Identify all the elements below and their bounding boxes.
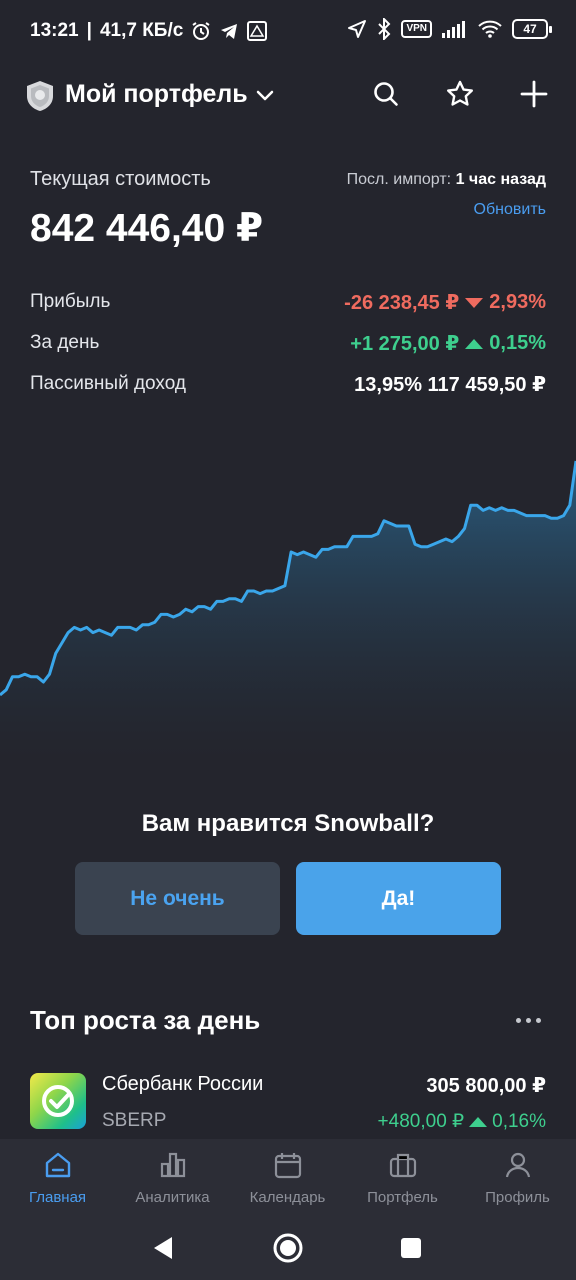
- portfolio-chart-svg: [0, 460, 576, 758]
- stock-price: 305 800,00 ₽: [426, 1075, 546, 1097]
- briefcase-icon: [387, 1149, 419, 1181]
- stock-change-value: +480,00 ₽: [377, 1111, 465, 1132]
- day-change-value: +1 275,00 ₽: [350, 333, 460, 355]
- portfolio-selector-title[interactable]: Мой портфель: [65, 80, 248, 109]
- tinkoff-logo-icon: [24, 80, 56, 112]
- favorite-button[interactable]: [440, 76, 480, 116]
- stock-ticker: SBERP: [102, 1110, 167, 1131]
- app-screen: 13:21 | 41,7 КБ/с VPN 47 Мой портфель Те…: [0, 0, 576, 1280]
- add-button[interactable]: [514, 76, 554, 116]
- telegram-icon: [219, 21, 239, 41]
- profit-label: Прибыль: [30, 291, 111, 312]
- nav-item-portfolio[interactable]: Портфель: [345, 1149, 460, 1215]
- dot: [535, 1017, 541, 1023]
- nav-item-analytics[interactable]: Аналитика: [115, 1149, 230, 1215]
- current-value-label: Текущая стоимость: [30, 168, 211, 190]
- status-time: 13:21: [30, 20, 79, 41]
- bottom-navigation: Главная Аналитика Календарь Портфель Про…: [0, 1139, 576, 1220]
- calendar-icon: [272, 1149, 304, 1181]
- more-options-button[interactable]: [510, 1008, 546, 1032]
- recents-button[interactable]: [391, 1230, 431, 1270]
- stock-change-percent: 0,16%: [492, 1110, 546, 1132]
- nav-item-profile[interactable]: Профиль: [460, 1149, 575, 1215]
- nav-label-analytics: Аналитика: [135, 1189, 210, 1206]
- dot: [525, 1017, 531, 1023]
- nav-label-profile: Профиль: [485, 1189, 550, 1206]
- status-net-speed: 41,7 КБ/с: [99, 20, 184, 41]
- signal-icon: [442, 20, 468, 38]
- home-icon: [42, 1149, 74, 1181]
- sberbank-logo-icon: [30, 1073, 86, 1129]
- triangle-up-icon: [469, 1116, 488, 1127]
- nav-label-calendar: Календарь: [249, 1189, 326, 1206]
- last-import-time: 1 час назад: [455, 171, 546, 188]
- app-header: Мой портфель: [0, 64, 576, 128]
- day-change-percent: 0,15%: [489, 332, 546, 354]
- home-circle-icon: [272, 1232, 304, 1269]
- profit-percent: 2,93%: [489, 291, 546, 313]
- search-button[interactable]: [366, 76, 406, 116]
- back-triangle-icon: [151, 1235, 175, 1266]
- status-bar: 13:21 | 41,7 КБ/с VPN 47: [0, 0, 576, 64]
- nav-item-home[interactable]: Главная: [0, 1149, 115, 1215]
- back-button[interactable]: [143, 1230, 183, 1270]
- portfolio-value-chart[interactable]: [0, 440, 576, 758]
- passive-income-value: 13,95% 117 459,50 ₽: [354, 374, 546, 396]
- triangle-down-icon: [465, 297, 484, 308]
- passive-income-label: Пассивный доход: [30, 373, 186, 394]
- nav-item-calendar[interactable]: Календарь: [230, 1149, 345, 1215]
- analytics-icon: [157, 1149, 189, 1181]
- profit-row: Прибыль -26 238,45 ₽ 2,93%: [30, 288, 546, 318]
- plus-icon: [520, 80, 548, 113]
- stock-change-group: +480,00 ₽ 0,16%: [378, 1110, 546, 1133]
- status-separator: |: [86, 20, 92, 41]
- stock-name: Сбербанк России: [102, 1073, 264, 1095]
- bluetooth-icon: [377, 18, 391, 40]
- notification-app-icon: [247, 21, 268, 41]
- location-icon: [347, 19, 367, 39]
- home-system-button[interactable]: [268, 1230, 308, 1270]
- star-icon: [445, 79, 475, 114]
- alarm-icon: [191, 21, 211, 41]
- nav-label-portfolio: Портфель: [367, 1189, 438, 1206]
- recents-square-icon: [400, 1237, 422, 1264]
- last-import-label: Посл. импорт:: [346, 171, 452, 188]
- passive-income-row: Пассивный доход 13,95% 117 459,50 ₽: [30, 370, 546, 400]
- feedback-no-button[interactable]: Не очень: [75, 862, 280, 935]
- current-value-amount: 842 446,40 ₽: [30, 207, 264, 250]
- feedback-card: Вам нравится Snowball? Не очень Да!: [0, 758, 576, 978]
- profit-value: -26 238,45 ₽: [344, 292, 460, 314]
- wifi-icon: [478, 20, 502, 38]
- nav-label-home: Главная: [28, 1189, 87, 1206]
- feedback-question: Вам нравится Snowball?: [141, 810, 435, 837]
- profit-value-group: -26 238,45 ₽ 2,93%: [344, 290, 546, 315]
- top-growth-title: Топ роста за день: [30, 1005, 261, 1035]
- triangle-up-icon: [465, 338, 484, 349]
- battery-indicator: 47: [512, 19, 552, 39]
- day-change-row: За день +1 275,00 ₽ 0,15%: [30, 329, 546, 359]
- last-import-info: Посл. импорт: 1 час назад: [347, 171, 546, 189]
- feedback-yes-button[interactable]: Да!: [296, 862, 501, 935]
- chart-area-fill: [0, 461, 576, 758]
- stock-list-item[interactable]: Сбербанк России SBERP 305 800,00 ₽ +480,…: [30, 1068, 546, 1138]
- profile-icon: [502, 1149, 534, 1181]
- day-change-label: За день: [30, 332, 100, 353]
- dot: [515, 1017, 521, 1023]
- refresh-link[interactable]: Обновить: [474, 201, 546, 219]
- system-navigation-bar: [0, 1220, 576, 1280]
- chevron-down-icon[interactable]: [254, 84, 276, 111]
- day-change-value-group: +1 275,00 ₽ 0,15%: [350, 331, 546, 356]
- search-icon: [372, 80, 400, 113]
- vpn-badge: VPN: [401, 20, 432, 38]
